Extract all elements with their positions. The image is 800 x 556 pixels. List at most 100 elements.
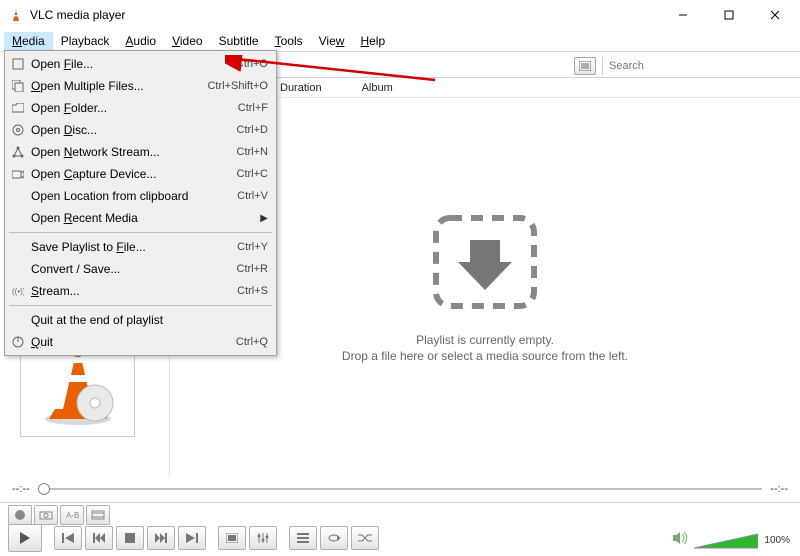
column-album[interactable]: Album (362, 82, 393, 94)
speaker-icon[interactable] (672, 531, 688, 550)
frame-step-button[interactable] (86, 505, 110, 525)
menu-tools[interactable]: Tools (267, 32, 311, 50)
shortcut-label: Ctrl+O (236, 58, 268, 70)
record-button[interactable] (8, 505, 32, 525)
camera-icon (39, 510, 53, 520)
close-button[interactable] (752, 0, 798, 30)
menuitem-open-network-stream[interactable]: Open Network Stream...Ctrl+N (7, 141, 274, 163)
shuffle-button[interactable] (351, 526, 379, 550)
shortcut-label: Ctrl+D (237, 124, 268, 136)
view-toggle-button[interactable] (574, 57, 596, 75)
svg-text:((•)): ((•)) (12, 287, 24, 296)
shortcut-label: Ctrl+R (237, 263, 268, 275)
menuitem-open-multiple-files[interactable]: Open Multiple Files...Ctrl+Shift+O (7, 75, 274, 97)
disc-icon (9, 124, 27, 136)
menuitem-save-playlist-to-file[interactable]: Save Playlist to File...Ctrl+Y (7, 236, 274, 258)
menuitem-label: Open Network Stream... (27, 145, 237, 159)
menuitem-label: Open Location from clipboard (27, 189, 237, 203)
time-current: --:-- (12, 483, 30, 495)
file-icon (9, 58, 27, 70)
menuitem-open-capture-device[interactable]: Open Capture Device...Ctrl+C (7, 163, 274, 185)
menuitem-label: Convert / Save... (27, 262, 237, 276)
atob-loop-button[interactable]: A-B (60, 505, 84, 525)
search-input[interactable] (602, 57, 792, 75)
menu-vie[interactable]: View (311, 32, 353, 50)
menuitem-quit[interactable]: QuitCtrl+Q (7, 331, 274, 353)
menuitem-label: Quit at the end of playlist (27, 313, 268, 327)
skip-forward-icon (186, 533, 198, 543)
menuitem-open-location-from-clipboard[interactable]: Open Location from clipboardCtrl+V (7, 185, 274, 207)
stop-button[interactable] (116, 526, 144, 550)
seek-thumb[interactable] (38, 483, 50, 495)
play-icon (19, 531, 31, 545)
svg-text:A-B: A-B (66, 511, 79, 520)
menuitem-convert-save[interactable]: Convert / Save...Ctrl+R (7, 258, 274, 280)
menuitem-label: Open Recent Media (27, 211, 260, 225)
titlebar: VLC media player (0, 0, 800, 30)
time-total: --:-- (770, 483, 788, 495)
volume-slider[interactable] (694, 532, 758, 550)
skip-back-button[interactable] (54, 526, 82, 550)
menu-help[interactable]: Help (352, 32, 393, 50)
menu-audio[interactable]: Audio (117, 32, 164, 50)
skip-forward-button[interactable] (178, 526, 206, 550)
playlist-icon (297, 533, 309, 543)
files-icon (9, 80, 27, 92)
menuitem-open-folder[interactable]: Open Folder...Ctrl+F (7, 97, 274, 119)
menuitem-label: Open Folder... (27, 101, 238, 115)
loop-button[interactable] (320, 526, 348, 550)
shortcut-label: Ctrl+F (238, 102, 268, 114)
menu-media[interactable]: Media (4, 32, 53, 50)
filmstrip-icon (91, 510, 105, 520)
menuitem-open-recent-media[interactable]: Open Recent Media▶ (7, 207, 274, 229)
shortcut-label: Ctrl+S (237, 285, 268, 297)
empty-text-2: Drop a file here or select a media sourc… (342, 349, 628, 363)
menuitem-label: Open File... (27, 57, 236, 71)
next-icon (155, 533, 167, 543)
seek-slider[interactable] (38, 488, 763, 490)
extended-settings-button[interactable] (249, 526, 277, 550)
folder-icon (9, 103, 27, 113)
menu-subtitle[interactable]: Subtitle (211, 32, 267, 50)
menuitem-stream[interactable]: ((•))Stream...Ctrl+S (7, 280, 274, 302)
quit-icon (9, 336, 27, 348)
equalizer-icon (257, 533, 269, 543)
menuitem-label: Stream... (27, 284, 237, 298)
shortcut-label: Ctrl+V (237, 190, 268, 202)
play-button[interactable] (8, 524, 42, 552)
previous-button[interactable] (85, 526, 113, 550)
menuitem-open-file[interactable]: Open File...Ctrl+O (7, 53, 274, 75)
snapshot-button[interactable] (34, 505, 58, 525)
vlc-logo-icon (8, 7, 24, 23)
empty-text-1: Playlist is currently empty. (416, 333, 554, 347)
menuitem-quit-at-the-end-of-playlist[interactable]: Quit at the end of playlist (7, 309, 274, 331)
fullscreen-icon (226, 533, 238, 543)
media-menu-dropdown: Open File...Ctrl+OOpen Multiple Files...… (4, 50, 277, 356)
volume-control: 100% (672, 531, 790, 550)
shortcut-label: Ctrl+Y (237, 241, 268, 253)
window-title: VLC media player (30, 8, 660, 22)
menuitem-label: Open Capture Device... (27, 167, 237, 181)
menuitem-open-disc[interactable]: Open Disc...Ctrl+D (7, 119, 274, 141)
playlist-button[interactable] (289, 526, 317, 550)
minimize-button[interactable] (660, 0, 706, 30)
column-duration[interactable]: Duration (280, 82, 322, 94)
seek-bar-row: --:-- --:-- (0, 476, 800, 502)
shuffle-icon (358, 533, 372, 543)
submenu-arrow-icon: ▶ (260, 213, 268, 224)
previous-icon (93, 533, 105, 543)
menu-video[interactable]: Video (164, 32, 210, 50)
network-icon (9, 146, 27, 158)
fullscreen-button[interactable] (218, 526, 246, 550)
stream-icon: ((•)) (9, 285, 27, 297)
menu-playback[interactable]: Playback (53, 32, 118, 50)
loop-icon (327, 533, 341, 543)
drop-target-icon (430, 212, 540, 315)
next-button[interactable] (147, 526, 175, 550)
menuitem-label: Quit (27, 335, 236, 349)
menuitem-label: Save Playlist to File... (27, 240, 237, 254)
menubar: MediaPlaybackAudioVideoSubtitleToolsView… (0, 30, 800, 52)
maximize-button[interactable] (706, 0, 752, 30)
shortcut-label: Ctrl+N (237, 146, 268, 158)
skip-back-icon (62, 533, 74, 543)
